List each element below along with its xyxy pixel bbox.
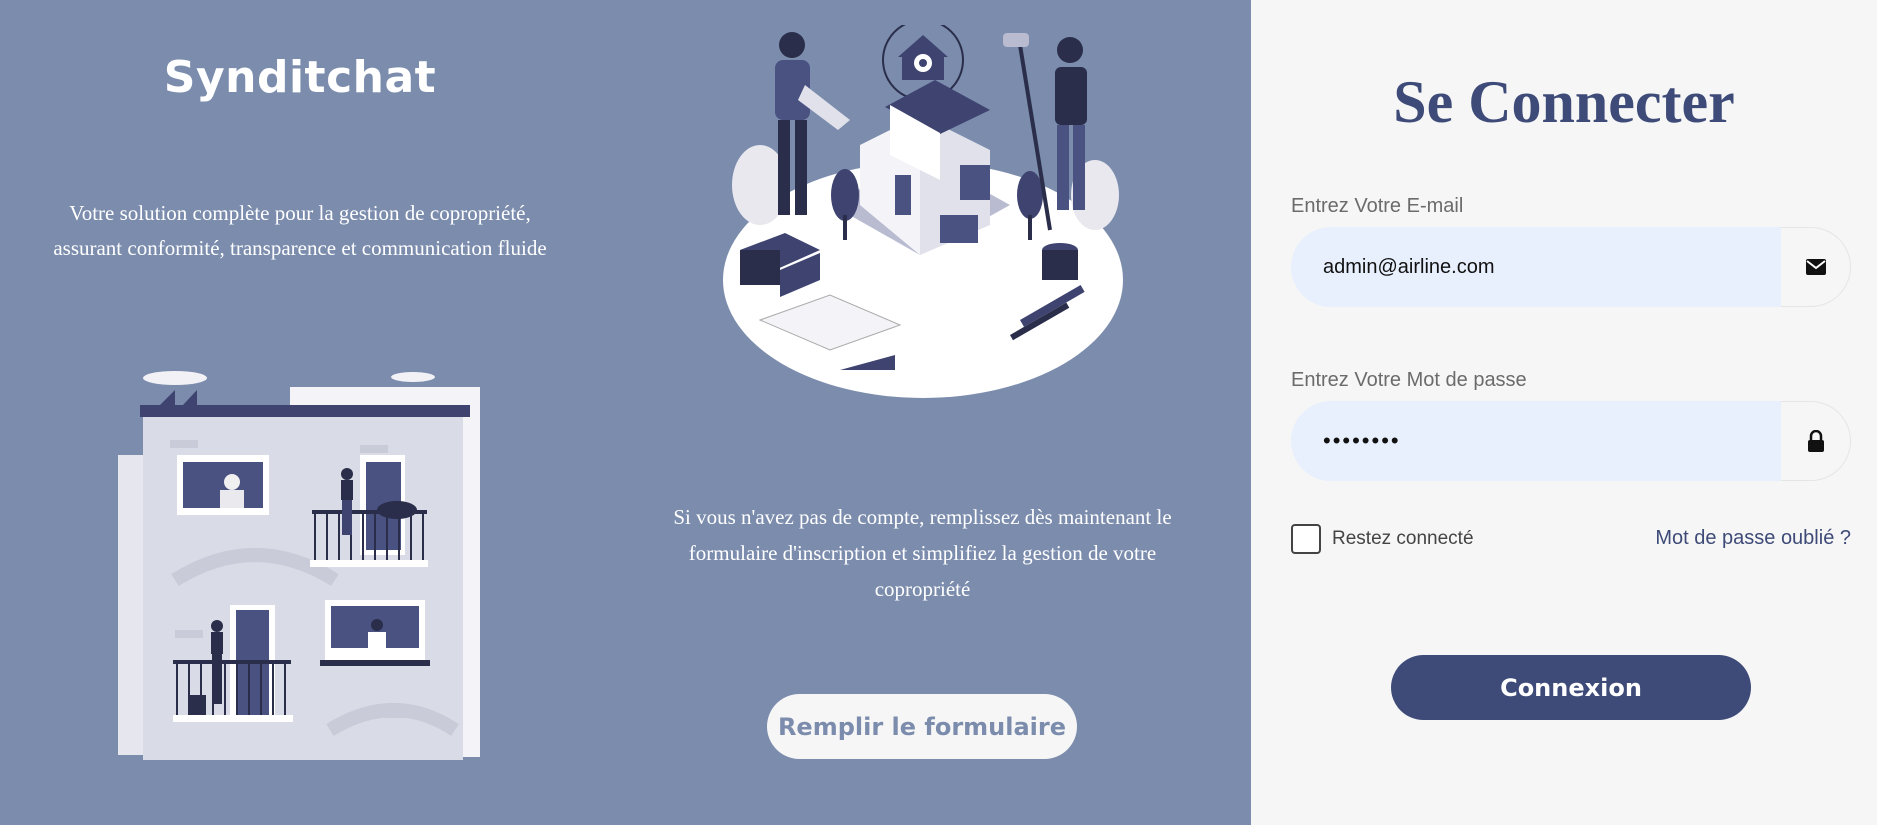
left-panel: Synditchat Votre solution complète pour … — [0, 0, 1251, 825]
login-title: Se Connecter — [1393, 69, 1735, 135]
forgot-password-link[interactable]: Mot de passe oublié ? — [1655, 527, 1851, 550]
fill-form-button[interactable]: Remplir le formulaire — [767, 694, 1077, 759]
signup-prompt: Si vous n'avez pas de compte, remplissez… — [640, 499, 1205, 607]
house-construction-illustration — [723, 25, 1123, 398]
email-field-wrapper — [1291, 227, 1851, 307]
signup-line-1: Si vous n'avez pas de compte, remplissez… — [673, 505, 1172, 529]
brand-title: Synditchat — [163, 52, 437, 103]
signup-line-2: formulaire d'inscription et simplifiez l… — [688, 541, 1157, 565]
envelope-icon — [1781, 227, 1851, 307]
remember-checkbox[interactable] — [1291, 524, 1321, 554]
login-panel: Se Connecter Entrez Votre E-mail Entrez … — [1251, 0, 1877, 825]
password-field-wrapper — [1291, 401, 1851, 481]
tagline-line-1: Votre solution complète pour la gestion … — [69, 201, 531, 225]
password-label: Entrez Votre Mot de passe — [1291, 369, 1527, 391]
email-label: Entrez Votre E-mail — [1291, 195, 1464, 217]
tagline-line-2: assurant conformité, transparence et com… — [53, 236, 547, 260]
remember-label: Restez connecté — [1332, 528, 1474, 549]
apartment-building-illustration — [118, 371, 480, 760]
login-button[interactable]: Connexion — [1391, 655, 1751, 720]
lock-icon — [1781, 401, 1851, 481]
password-input[interactable] — [1291, 401, 1819, 481]
remember-me: Restez connecté — [1291, 524, 1474, 554]
email-input[interactable] — [1291, 227, 1819, 307]
brand-tagline: Votre solution complète pour la gestion … — [20, 196, 580, 266]
signup-line-3: copropriété — [874, 577, 971, 601]
